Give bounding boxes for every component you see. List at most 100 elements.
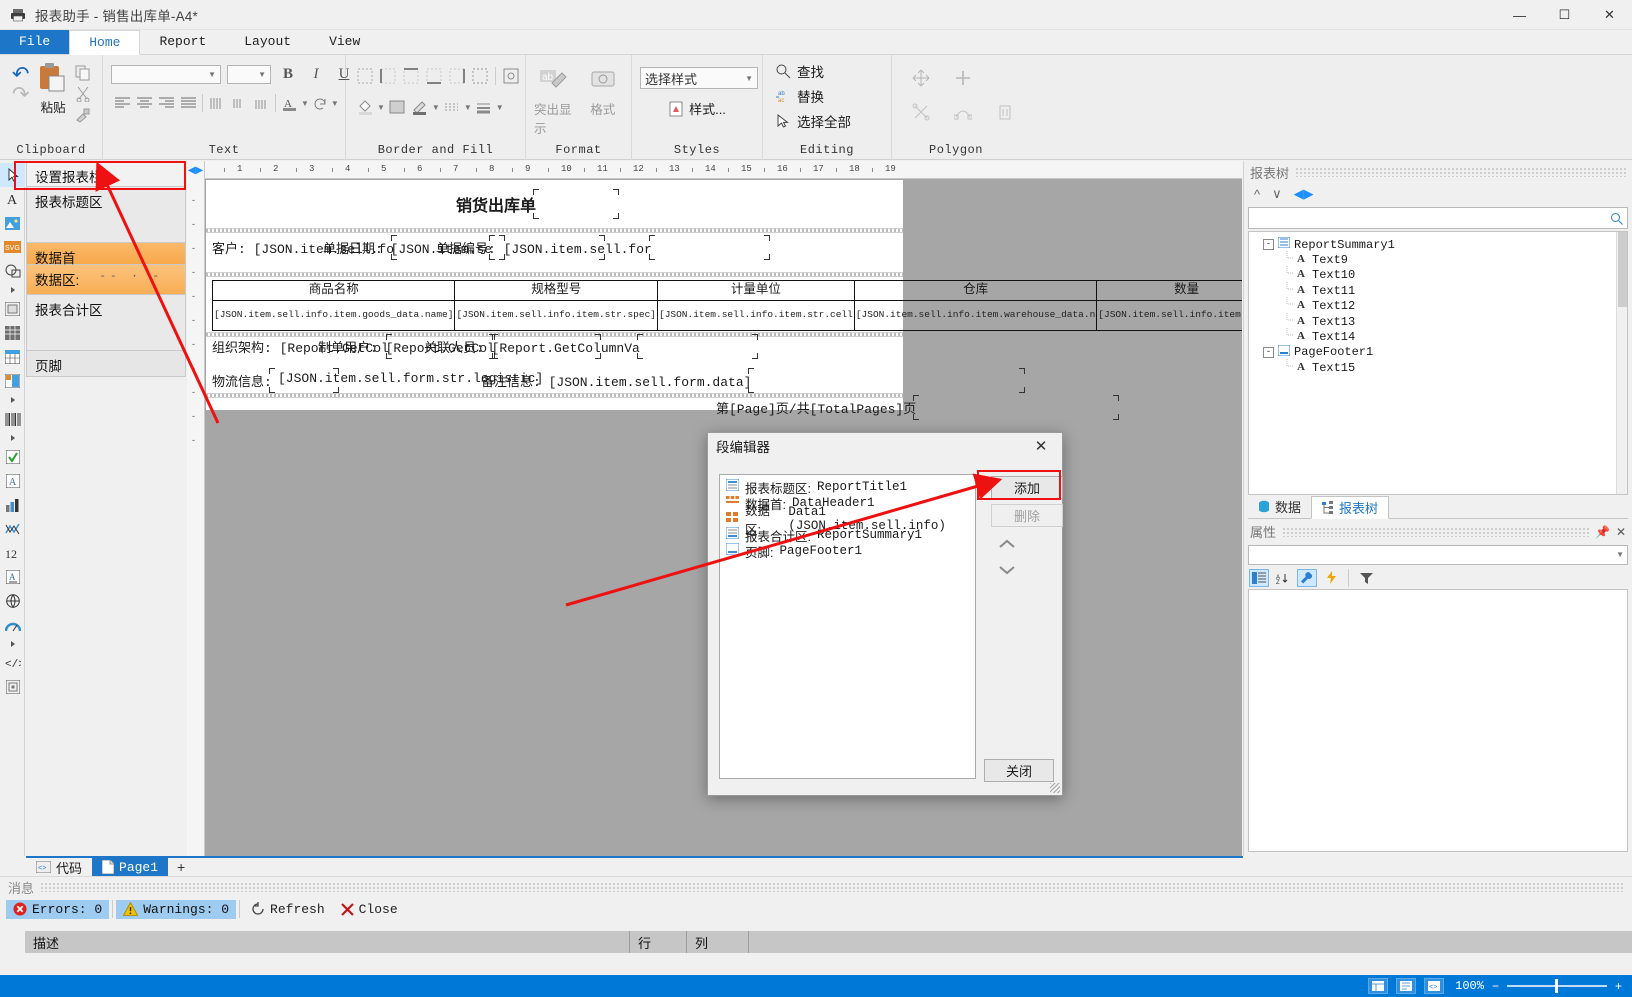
- report-page-footer-text[interactable]: 第[Page]页/共[TotalPages]页: [716, 395, 1120, 420]
- tool-sparkline[interactable]: [0, 517, 25, 541]
- font-color-icon[interactable]: A: [279, 92, 301, 114]
- setup-report-bands-button[interactable]: 设置报表栏...: [26, 161, 186, 187]
- zoom-out-button[interactable]: −: [1492, 979, 1499, 993]
- report-field-org[interactable]: 组织架构: [Report.GetCol: [212, 334, 495, 359]
- line-color-icon[interactable]: [409, 96, 431, 118]
- line-width-icon[interactable]: [473, 96, 495, 118]
- bold-button[interactable]: B: [277, 63, 299, 85]
- zoom-slider-handle[interactable]: [1554, 979, 1558, 993]
- border-left-icon[interactable]: [377, 65, 399, 87]
- close-messages-button[interactable]: Close: [333, 900, 406, 919]
- ruler-corner-button[interactable]: ◀▶: [187, 161, 205, 179]
- vertical-align-bottom-icon[interactable]: [250, 92, 272, 114]
- drag-handle[interactable]: [1295, 167, 1626, 177]
- table-cell[interactable]: [JSON.item.sell.info.item.warehouse_data…: [853, 300, 1098, 331]
- add-node-icon[interactable]: [952, 67, 974, 89]
- preview-icon[interactable]: [1395, 978, 1416, 994]
- warnings-chip[interactable]: Warnings: 0: [116, 899, 237, 919]
- pin-icon[interactable]: 📌: [1595, 525, 1610, 539]
- menu-tab-view[interactable]: View: [310, 29, 379, 54]
- fill-color-icon[interactable]: [354, 96, 376, 118]
- cut-icon[interactable]: [75, 86, 91, 102]
- code-view-icon[interactable]: <>: [1423, 978, 1444, 994]
- minimize-button[interactable]: —: [1497, 0, 1542, 30]
- close-dialog-button[interactable]: 关闭: [984, 759, 1054, 782]
- tool-richtext[interactable]: A: [0, 469, 25, 493]
- tree-node[interactable]: - ReportSummary1: [1249, 236, 1627, 252]
- tool-checkbox[interactable]: [0, 445, 25, 469]
- chevron-down-icon[interactable]: ▼: [432, 103, 440, 112]
- tree-node[interactable]: - PageFooter1: [1249, 344, 1627, 360]
- report-field-related-person[interactable]: 关联人员: [Report.GetColumnVa: [424, 334, 758, 359]
- vertical-align-middle-icon[interactable]: [228, 92, 250, 114]
- drag-handle[interactable]: [40, 882, 1624, 892]
- tool-label[interactable]: A: [0, 565, 25, 589]
- band-editor-dialog[interactable]: 段编辑器 ✕ 报表标题区: ReportTitle1 数据首: DataHeader1…: [707, 432, 1063, 796]
- column-description[interactable]: 描述: [25, 931, 630, 953]
- column-row[interactable]: 行: [630, 931, 687, 953]
- tool-pointer[interactable]: [0, 163, 25, 187]
- cut-path-icon[interactable]: [910, 101, 932, 123]
- events-icon[interactable]: [1321, 569, 1341, 587]
- tool-html[interactable]: </>: [0, 651, 25, 675]
- chevron-down-icon[interactable]: ▼: [464, 103, 472, 112]
- copy-icon[interactable]: [75, 65, 91, 81]
- property-object-combo[interactable]: ▼: [1248, 544, 1628, 565]
- move-band-up-button[interactable]: [992, 533, 1022, 555]
- chevron-down-icon[interactable]: ▼: [496, 103, 504, 112]
- tree-expander[interactable]: -: [1263, 346, 1274, 358]
- close-icon[interactable]: ✕: [1616, 525, 1626, 539]
- report-field-creator[interactable]: 制单用户: [Report.GetCol: [318, 334, 601, 359]
- undo-icon[interactable]: ↶: [12, 64, 30, 85]
- border-bottom-icon[interactable]: [423, 65, 445, 87]
- tool-globe[interactable]: [0, 589, 25, 613]
- tool-barcode-more[interactable]: [0, 431, 25, 445]
- report-field-customer[interactable]: 客户: [JSON.item.sell.fo: [212, 235, 506, 260]
- tool-number[interactable]: 12: [0, 541, 25, 565]
- report-title-text[interactable]: 销货出库单: [456, 189, 620, 219]
- band-list[interactable]: 报表标题区: ReportTitle1 数据首: DataHeader1 数据区: Dat…: [719, 474, 976, 779]
- tree-node[interactable]: A Text9: [1249, 251, 1627, 267]
- find-button[interactable]: 查找: [775, 60, 824, 82]
- tool-crosstab-more[interactable]: [0, 393, 25, 407]
- tab-report-tree[interactable]: 报表树: [1311, 495, 1390, 519]
- delete-node-icon[interactable]: [994, 101, 1016, 123]
- tool-image[interactable]: [0, 211, 25, 235]
- band-list-item[interactable]: 页脚: PageFooter1: [722, 542, 973, 560]
- tree-node[interactable]: A Text14: [1249, 328, 1627, 344]
- dialog-resize-grip[interactable]: [1050, 783, 1060, 793]
- tool-gauge-more[interactable]: [0, 637, 25, 651]
- highlight-button[interactable]: ab 突出显示: [534, 67, 575, 137]
- menu-tab-layout[interactable]: Layout: [225, 29, 310, 54]
- add-page-button[interactable]: +: [168, 858, 194, 876]
- tool-crosstab[interactable]: [0, 369, 25, 393]
- table-cell[interactable]: [JSON.item.sell.info.item.nums]: [1096, 300, 1242, 331]
- style-select-combo[interactable]: 选择样式 ▼: [640, 67, 758, 89]
- border-none-icon[interactable]: [354, 65, 376, 87]
- tree-node[interactable]: A Text13: [1249, 312, 1627, 329]
- tree-node[interactable]: A Text10: [1249, 266, 1627, 283]
- tool-chart[interactable]: [0, 493, 25, 517]
- chevron-down-icon[interactable]: ▼: [301, 99, 309, 108]
- expand-down-icon[interactable]: ∨: [1272, 186, 1282, 202]
- styles-button[interactable]: 样式...: [668, 99, 726, 118]
- vertical-align-top-icon[interactable]: [206, 92, 228, 114]
- property-grid[interactable]: [1248, 588, 1628, 852]
- tree-node[interactable]: A Text12: [1249, 297, 1627, 314]
- tree-expander[interactable]: -: [1263, 239, 1274, 251]
- align-justify-icon[interactable]: [177, 92, 199, 114]
- alphabetical-icon[interactable]: AZ: [1273, 569, 1293, 587]
- chevron-down-icon[interactable]: ▼: [331, 99, 339, 108]
- report-tree-scroll-thumb[interactable]: [1618, 232, 1627, 307]
- tool-subreport[interactable]: [0, 297, 25, 321]
- border-top-icon[interactable]: [400, 65, 422, 87]
- tool-gauge[interactable]: [0, 613, 25, 637]
- band-report-title[interactable]: 报表标题区: [26, 187, 186, 243]
- table-cell[interactable]: [JSON.item.sell.info.item.str.spec]: [454, 300, 658, 331]
- replace-button[interactable]: ab ac 替换: [775, 85, 824, 107]
- properties-icon[interactable]: [1297, 568, 1317, 587]
- border-right-icon[interactable]: [446, 65, 468, 87]
- report-page[interactable]: 销货出库单 客户: [JSON.item.sell.fo 单据日期: [JSON…: [206, 180, 1242, 420]
- report-field-docno[interactable]: 单据编号: [JSON.item.sell.for: [436, 235, 770, 260]
- report-tree-view[interactable]: - ReportSummary1 A Text9 A Text10 A Text11 A Text…: [1248, 231, 1628, 495]
